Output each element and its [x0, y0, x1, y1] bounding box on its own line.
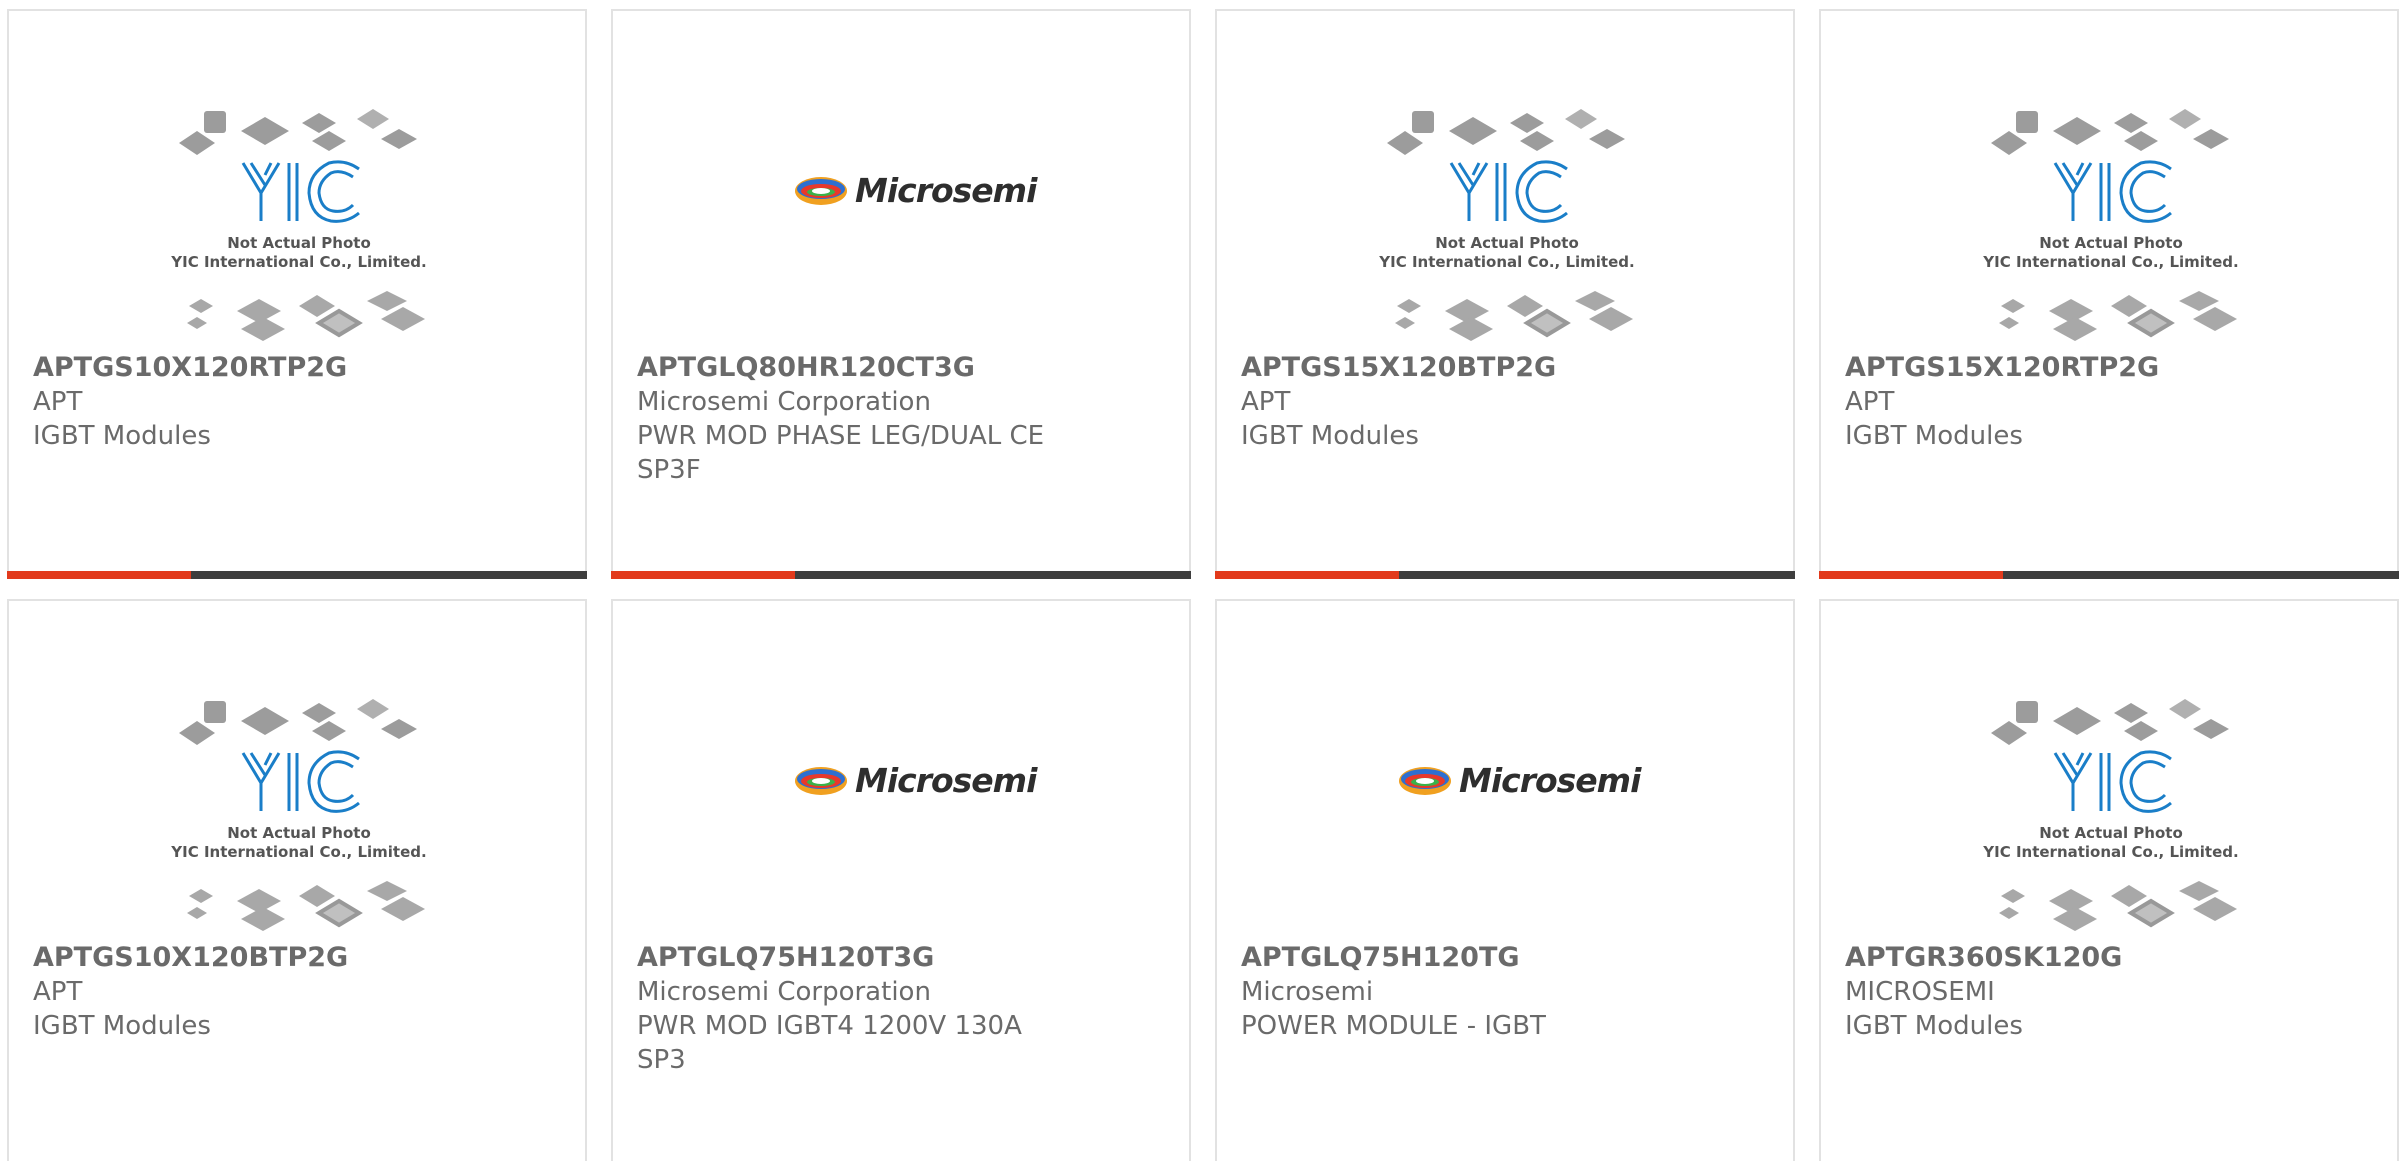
- description: POWER MODULE - IGBT: [1241, 1011, 1546, 1041]
- yic-placeholder-image: Not Actual Photo YIC International Co., …: [1367, 101, 1647, 351]
- product-info: APTGLQ75H120TG Microsemi POWER MODULE - …: [1241, 941, 1761, 1043]
- caption-line1: Not Actual Photo: [2039, 824, 2183, 842]
- description: IGBT Modules: [33, 421, 211, 451]
- product-card[interactable]: Microsemi APTGLQ80HR120CT3G Microsemi Co…: [611, 9, 1191, 579]
- product-card[interactable]: Not Actual Photo YIC International Co., …: [1819, 599, 2399, 1161]
- card-footer-bar: [1215, 571, 1795, 579]
- product-card[interactable]: Not Actual Photo YIC International Co., …: [1819, 9, 2399, 579]
- manufacturer: Microsemi Corporation: [637, 387, 931, 417]
- description: IGBT Modules: [33, 1011, 211, 1041]
- manufacturer: APT: [33, 977, 83, 1007]
- product-card[interactable]: Microsemi APTGLQ75H120T3G Microsemi Corp…: [611, 599, 1191, 1161]
- card-footer-bar: [611, 571, 1191, 579]
- description: IGBT Modules: [1845, 421, 2023, 451]
- card-footer-bar: [1819, 571, 2399, 579]
- caption-line2: YIC International Co., Limited.: [170, 253, 426, 271]
- product-info: APTGS15X120BTP2G APT IGBT Modules: [1241, 351, 1761, 453]
- product-grid: Not Actual Photo YIC International Co., …: [0, 0, 2407, 1161]
- description: IGBT Modules: [1845, 1011, 2023, 1041]
- manufacturer: Microsemi: [1241, 977, 1374, 1007]
- yic-placeholder-image: Not Actual Photo YIC International Co., …: [1971, 691, 2251, 941]
- product-card[interactable]: Not Actual Photo YIC International Co., …: [7, 9, 587, 579]
- microsemi-logo-text: Microsemi: [1459, 761, 1641, 800]
- caption-line2: YIC International Co., Limited.: [170, 843, 426, 861]
- part-number[interactable]: APTGS10X120RTP2G: [33, 351, 553, 385]
- manufacturer: MICROSEMI: [1845, 977, 1995, 1007]
- product-card[interactable]: Not Actual Photo YIC International Co., …: [7, 599, 587, 1161]
- microsemi-logo: Microsemi: [793, 751, 1037, 811]
- caption-line2: YIC International Co., Limited.: [1378, 253, 1634, 271]
- manufacturer: APT: [33, 387, 83, 417]
- manufacturer: Microsemi Corporation: [637, 977, 931, 1007]
- description-line2: SP3F: [637, 455, 701, 485]
- microsemi-logo-text: Microsemi: [855, 761, 1037, 800]
- manufacturer: APT: [1241, 387, 1291, 417]
- product-info: APTGLQ80HR120CT3G Microsemi Corporation …: [637, 351, 1157, 487]
- product-info: APTGS15X120RTP2G APT IGBT Modules: [1845, 351, 2365, 453]
- caption-line1: Not Actual Photo: [1435, 234, 1579, 252]
- product-info: APTGS10X120BTP2G APT IGBT Modules: [33, 941, 553, 1043]
- product-info: APTGLQ75H120T3G Microsemi Corporation PW…: [637, 941, 1157, 1077]
- caption-line1: Not Actual Photo: [227, 234, 371, 252]
- product-card[interactable]: Not Actual Photo YIC International Co., …: [1215, 9, 1795, 579]
- microsemi-logo: Microsemi: [793, 161, 1037, 221]
- manufacturer: APT: [1845, 387, 1895, 417]
- part-number[interactable]: APTGR360SK120G: [1845, 941, 2365, 975]
- yic-placeholder-image: Not Actual Photo YIC International Co., …: [1971, 101, 2251, 351]
- part-number[interactable]: APTGS15X120RTP2G: [1845, 351, 2365, 385]
- microsemi-logo-text: Microsemi: [855, 171, 1037, 210]
- part-number[interactable]: APTGLQ80HR120CT3G: [637, 351, 1157, 385]
- card-footer-bar: [7, 571, 587, 579]
- yic-placeholder-image: Not Actual Photo YIC International Co., …: [159, 691, 439, 941]
- yic-placeholder-icon: Not Actual Photo YIC International Co., …: [170, 699, 427, 931]
- yic-placeholder-icon: Not Actual Photo YIC International Co., …: [1378, 109, 1635, 341]
- microsemi-logo: Microsemi: [1397, 751, 1641, 811]
- yic-placeholder-icon: Not Actual Photo YIC International Co., …: [170, 109, 427, 341]
- description: PWR MOD PHASE LEG/DUAL CE: [637, 421, 1045, 451]
- caption-line2: YIC International Co., Limited.: [1982, 843, 2238, 861]
- description: PWR MOD IGBT4 1200V 130A: [637, 1011, 1022, 1041]
- caption-line1: Not Actual Photo: [2039, 234, 2183, 252]
- yic-placeholder-icon: Not Actual Photo YIC International Co., …: [1982, 109, 2239, 341]
- yic-placeholder-icon: Not Actual Photo YIC International Co., …: [1982, 699, 2239, 931]
- product-info: APTGS10X120RTP2G APT IGBT Modules: [33, 351, 553, 453]
- caption-line2: YIC International Co., Limited.: [1982, 253, 2238, 271]
- caption-line1: Not Actual Photo: [227, 824, 371, 842]
- description: IGBT Modules: [1241, 421, 1419, 451]
- yic-placeholder-image: Not Actual Photo YIC International Co., …: [159, 101, 439, 351]
- part-number[interactable]: APTGLQ75H120TG: [1241, 941, 1761, 975]
- product-info: APTGR360SK120G MICROSEMI IGBT Modules: [1845, 941, 2365, 1043]
- product-card[interactable]: Microsemi APTGLQ75H120TG Microsemi POWER…: [1215, 599, 1795, 1161]
- part-number[interactable]: APTGLQ75H120T3G: [637, 941, 1157, 975]
- description-line2: SP3: [637, 1045, 686, 1075]
- part-number[interactable]: APTGS15X120BTP2G: [1241, 351, 1761, 385]
- part-number[interactable]: APTGS10X120BTP2G: [33, 941, 553, 975]
